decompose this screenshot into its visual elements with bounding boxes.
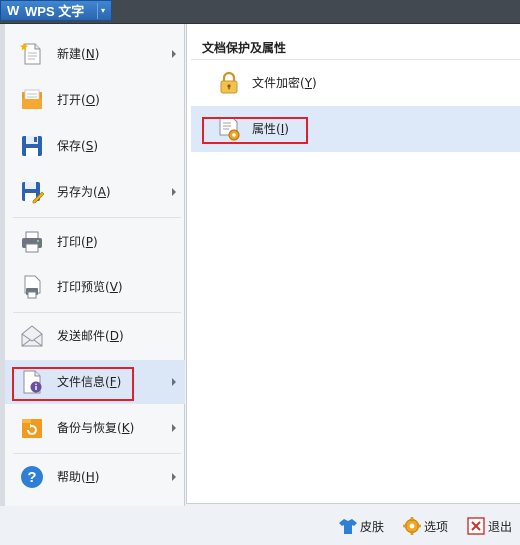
menu-accel-key: S <box>85 139 94 153</box>
close-exit-icon <box>467 517 485 535</box>
menu-label: 另存为 <box>57 185 94 199</box>
menu-label: 新建 <box>57 47 82 61</box>
menu-accel-key: K <box>121 421 130 435</box>
menu-label: 发送邮件 <box>57 329 106 343</box>
menu-label: 保存 <box>57 139 82 153</box>
menu-item-print-preview[interactable]: 打印预览(V) <box>5 265 185 309</box>
menu-label: 打印 <box>57 235 82 249</box>
submenu-arrow-icon <box>172 424 176 432</box>
menu-label: 打开 <box>57 93 82 107</box>
gear-icon <box>403 517 421 535</box>
highlight-box-file-info <box>12 367 134 401</box>
menu-label: 帮助 <box>57 470 82 484</box>
exit-label: 退出 <box>488 519 513 534</box>
menu-item-help[interactable]: ? 帮助(H) <box>5 455 185 499</box>
tshirt-skin-icon <box>339 519 357 534</box>
wps-logo-icon: W <box>7 3 20 18</box>
panel-title: 文档保护及属性 <box>202 41 287 55</box>
menu-item-save[interactable]: 保存(S) <box>5 124 185 168</box>
help-icon: ? <box>21 466 43 488</box>
save-as-icon <box>22 182 44 204</box>
options-label: 选项 <box>424 519 449 534</box>
menu-accel-key: D <box>109 329 119 343</box>
options-button[interactable]: 选项 <box>403 516 448 536</box>
title-bar: W WPS 文字 ▾ <box>0 0 520 24</box>
skin-label: 皮肤 <box>360 519 385 534</box>
lock-encrypt-icon <box>220 71 238 94</box>
menu-divider <box>13 312 181 313</box>
app-button-separator <box>97 3 98 19</box>
panel-item-encrypt[interactable]: 文件加密(Y) <box>191 60 520 106</box>
highlight-box-properties <box>202 117 308 144</box>
menu-item-new[interactable]: 新建(N) <box>5 32 185 76</box>
skin-button[interactable]: 皮肤 <box>339 516 384 536</box>
menu-item-save-as[interactable]: 另存为(A) <box>5 170 185 214</box>
printer-icon <box>22 231 42 253</box>
svg-text:?: ? <box>27 469 36 486</box>
file-menu: 新建(N) 打开(O) 保存(S) 另存为(A) 打印(P) 打印预览(V) 发… <box>5 24 185 506</box>
panel-item-label: 文件加密 <box>252 76 301 90</box>
chevron-down-icon[interactable]: ▾ <box>101 7 111 15</box>
menu-label: 打印预览 <box>57 280 106 294</box>
menu-item-send-mail[interactable]: 发送邮件(D) <box>5 314 185 358</box>
menu-accel-key: V <box>109 280 118 294</box>
new-file-icon <box>20 43 41 65</box>
exit-button[interactable]: 退出 <box>467 516 512 536</box>
mail-envelope-icon <box>21 325 43 347</box>
menu-item-backup-restore[interactable]: 备份与恢复(K) <box>5 406 185 450</box>
menu-item-print[interactable]: 打印(P) <box>5 220 185 264</box>
menu-item-open[interactable]: 打开(O) <box>5 78 185 122</box>
app-title: WPS 文字 <box>25 4 85 19</box>
print-preview-icon <box>24 275 41 299</box>
panel-accel-key: Y <box>304 76 313 90</box>
menu-label: 备份与恢复 <box>57 421 118 435</box>
menu-accel-key: N <box>85 47 95 61</box>
menu-divider <box>13 453 181 454</box>
save-disk-icon <box>22 136 42 156</box>
open-folder-icon <box>22 89 42 109</box>
app-menu-button[interactable]: W WPS 文字 ▾ <box>0 0 112 21</box>
bottom-bar: 皮肤 选项 退出 <box>0 506 520 545</box>
menu-divider <box>13 217 181 218</box>
menu-accel-key: H <box>85 470 95 484</box>
menu-accel-key: A <box>97 185 106 199</box>
menu-accel-key: P <box>85 235 93 249</box>
submenu-panel: 文档保护及属性 文件加密(Y) 属性(I) <box>186 24 520 504</box>
submenu-arrow-icon <box>172 188 176 196</box>
submenu-arrow-icon <box>172 473 176 481</box>
submenu-arrow-icon <box>172 378 176 386</box>
menu-accel-key: O <box>85 93 96 107</box>
submenu-arrow-icon <box>172 50 176 58</box>
backup-restore-icon <box>22 419 42 438</box>
